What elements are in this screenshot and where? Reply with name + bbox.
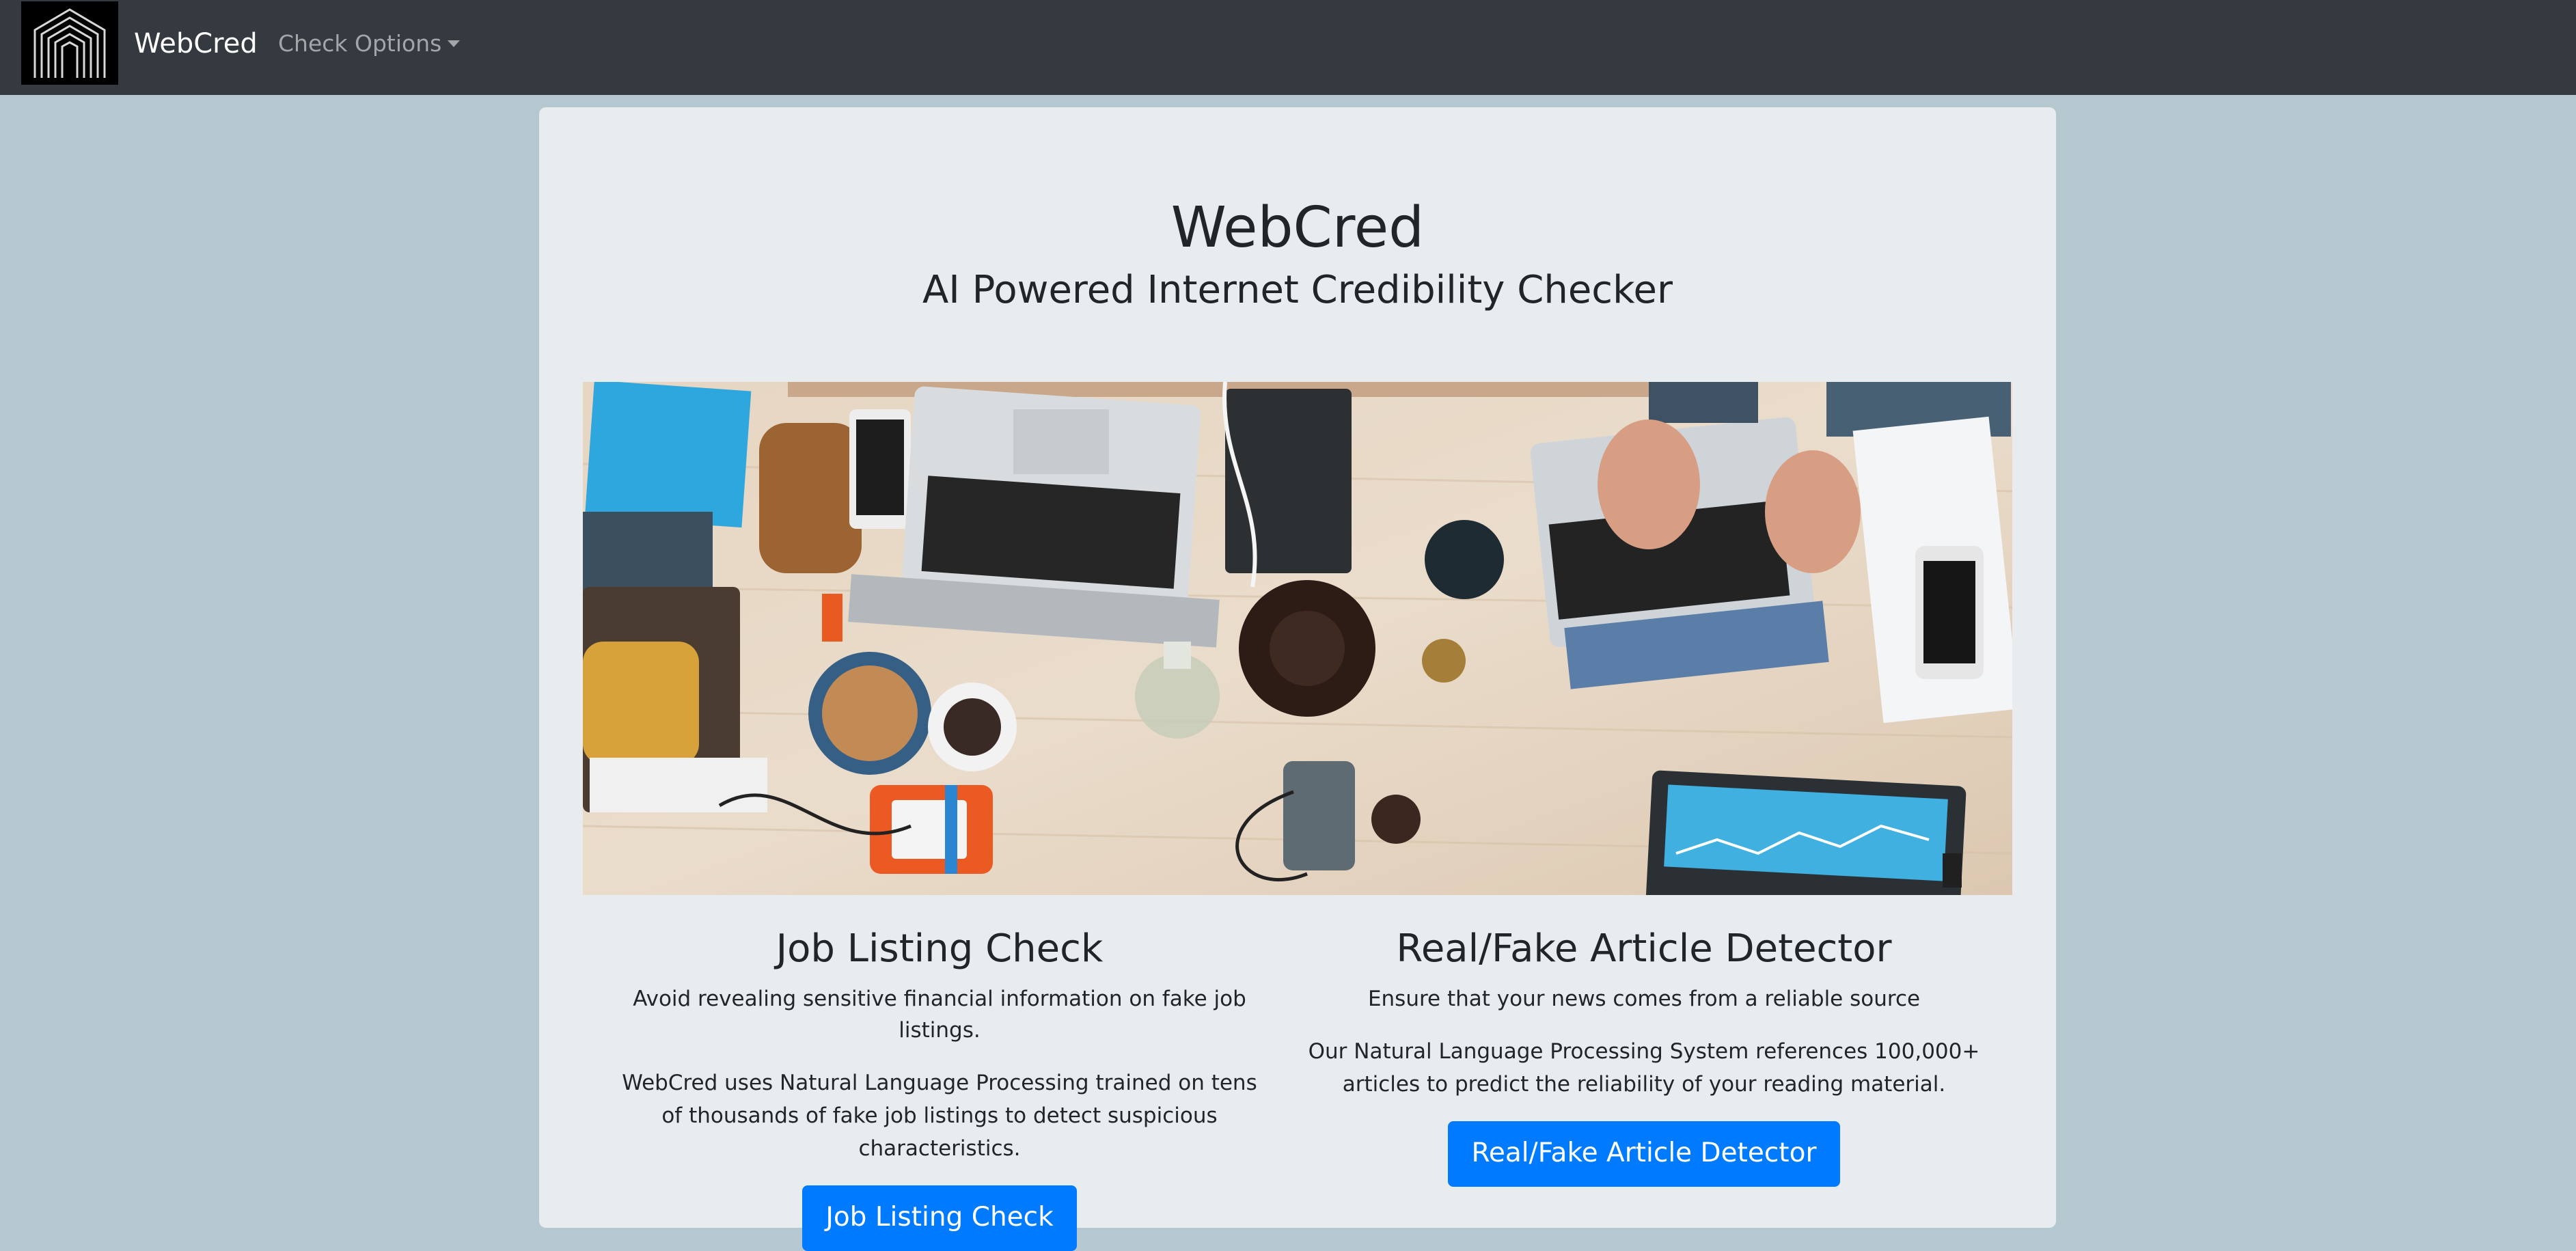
page-title: WebCred — [1170, 195, 1425, 260]
job-listing-lead: Avoid revealing sensitive financial info… — [633, 987, 1246, 1043]
page-subtitle: AI Powered Internet Credibility Checker — [922, 268, 1673, 312]
top-navbar: WebCred Check Options — [0, 0, 2576, 95]
article-detector-button[interactable]: Real/Fake Article Detector — [1448, 1121, 1840, 1187]
article-detector-description: Our Natural Language Processing System r… — [1308, 1039, 1980, 1097]
article-detector-feature: Real/Fake Article Detector Ensure that y… — [1302, 924, 1986, 1187]
job-listing-description: WebCred uses Natural Language Processing… — [622, 1071, 1257, 1161]
article-detector-heading: Real/Fake Article Detector — [1396, 926, 1892, 971]
job-listing-feature: Job Listing Check Avoid revealing sensit… — [598, 924, 1281, 1251]
article-detector-lead: Ensure that your news comes from a relia… — [1367, 987, 1921, 1011]
job-listing-heading: Job Listing Check — [776, 926, 1104, 971]
brand-name[interactable]: WebCred — [134, 25, 258, 63]
jumbotron-card: WebCred AI Powered Internet Credibility … — [539, 107, 2056, 1251]
archway-logo-icon[interactable] — [21, 1, 118, 85]
check-options-label: Check Options — [278, 30, 442, 57]
job-listing-check-button[interactable]: Job Listing Check — [802, 1185, 1077, 1251]
check-options-dropdown[interactable]: Check Options — [278, 27, 461, 60]
desk-workspace-photo — [583, 382, 2012, 895]
caret-down-icon — [448, 40, 461, 47]
